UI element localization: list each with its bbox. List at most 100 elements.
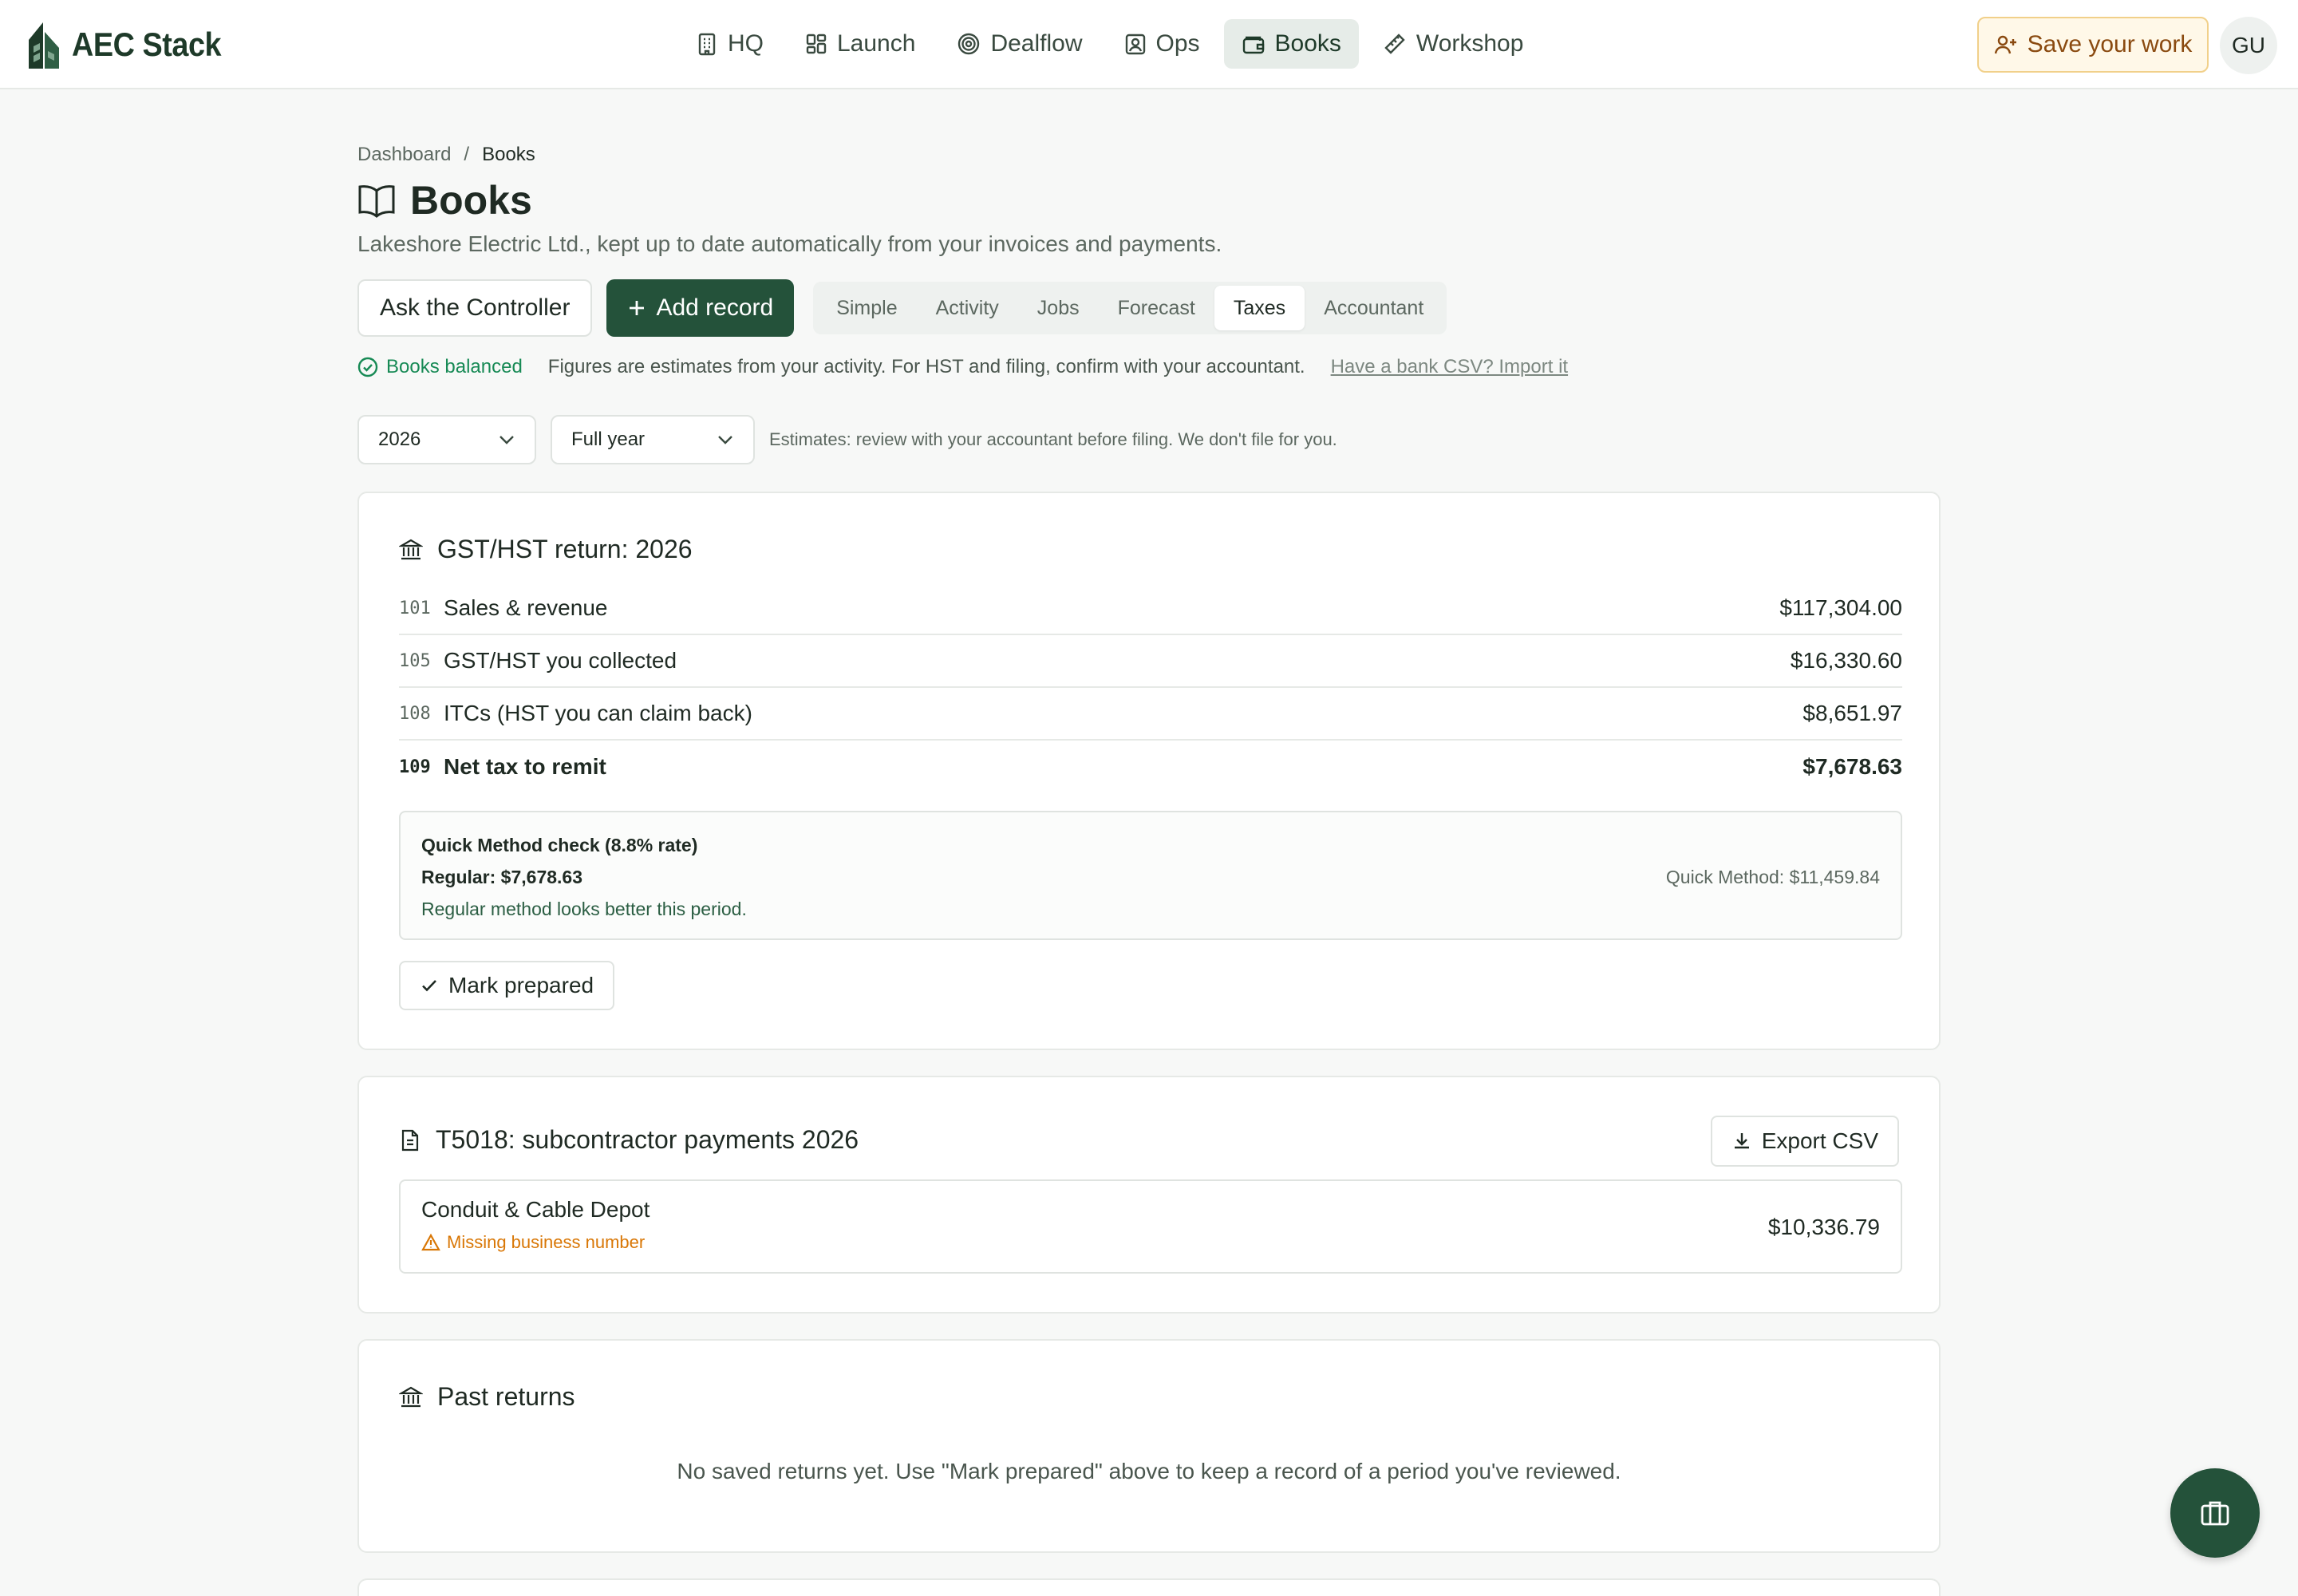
line-value: $16,330.60 — [1790, 648, 1902, 673]
gst-line-108: 108 ITCs (HST you can claim back) $8,651… — [399, 688, 1902, 741]
empty-state-message: No saved returns yet. Use "Mark prepared… — [677, 1459, 1621, 1483]
nav-label: Ops — [1155, 30, 1200, 57]
tab-activity[interactable]: Activity — [917, 286, 1018, 330]
mark-prepared-button[interactable]: Mark prepared — [399, 961, 615, 1010]
line-value: $117,304.00 — [1779, 595, 1902, 620]
breadcrumb: Dashboard / Books — [357, 144, 535, 166]
page-title-row: Books — [357, 177, 532, 223]
vendor-warning: Missing business number — [421, 1232, 645, 1253]
line-code: 105 — [399, 650, 431, 671]
line-label: ITCs (HST you can claim back) — [444, 701, 752, 725]
ask-controller-button[interactable]: Ask the Controller — [357, 279, 593, 337]
line-code: 108 — [399, 703, 431, 724]
estimate-note: Figures are estimates from your activity… — [547, 356, 1305, 377]
page-subtitle: Lakeshore Electric Ltd., kept up to date… — [357, 231, 1222, 256]
warning-text: Missing business number — [447, 1232, 646, 1252]
gst-line-101: 101 Sales & revenue $117,304.00 — [399, 583, 1902, 635]
nav-item-hq[interactable]: HQ — [678, 19, 781, 69]
vendor-amount: $10,336.79 — [1767, 1215, 1880, 1239]
past-returns-card: Past returns No saved returns yet. Use "… — [357, 1339, 1941, 1553]
line-label: Net tax to remit — [444, 754, 606, 779]
year-select[interactable]: 2026 — [357, 415, 536, 464]
wallet-icon — [1242, 36, 1264, 54]
gst-card-title: GST/HST return: 2026 — [399, 535, 693, 564]
nav-item-books[interactable]: Books — [1223, 19, 1359, 69]
tab-accountant[interactable]: Accountant — [1305, 286, 1443, 330]
quick-method-value: Quick Method: $11,459.84 — [1665, 867, 1880, 887]
open-book-icon — [358, 185, 395, 218]
briefcase-icon — [2201, 1501, 2229, 1526]
past-returns-title: Past returns — [399, 1382, 575, 1412]
export-csv-label: Export CSV — [1761, 1128, 1878, 1153]
tab-simple[interactable]: Simple — [817, 286, 916, 330]
line-code: 109 — [399, 757, 431, 777]
nav-label: Launch — [837, 30, 916, 57]
nav-label: Workshop — [1416, 30, 1524, 57]
plus-icon — [630, 301, 645, 315]
warning-icon — [421, 1234, 440, 1251]
filter-row: 2026 Full year Estimates: review with yo… — [357, 415, 1337, 464]
user-avatar[interactable]: GU — [2220, 17, 2277, 74]
assistant-fab-button[interactable] — [2170, 1468, 2260, 1558]
breadcrumb-dashboard[interactable]: Dashboard — [357, 144, 451, 166]
line-value: $7,678.63 — [1802, 754, 1902, 779]
tab-taxes[interactable]: Taxes — [1214, 286, 1305, 330]
bank-icon — [399, 1386, 423, 1407]
save-your-work-button[interactable]: Save your work — [1977, 17, 2209, 73]
save-label: Save your work — [2027, 31, 2193, 57]
gst-line-109: 109 Net tax to remit $7,678.63 — [399, 741, 1902, 793]
nav-item-dealflow[interactable]: Dealflow — [939, 19, 1100, 69]
action-row: Ask the Controller Add record Simple Act… — [357, 279, 1447, 337]
breadcrumb-current: Books — [482, 144, 535, 165]
list-item[interactable]: Conduit & Cable Depot Missing business n… — [399, 1179, 1902, 1274]
t5018-title-text: T5018: subcontractor payments 2026 — [436, 1125, 859, 1154]
add-record-label: Add record — [656, 294, 774, 321]
check-circle-icon — [357, 357, 378, 377]
nav-label: Books — [1274, 30, 1341, 57]
ruler-icon — [1384, 34, 1405, 54]
gst-title-text: GST/HST return: 2026 — [437, 535, 693, 563]
line-code: 101 — [399, 598, 431, 618]
gst-hst-card: GST/HST return: 2026 101 Sales & revenue… — [357, 492, 1941, 1050]
nav-label: HQ — [728, 30, 764, 57]
nav-item-ops[interactable]: Ops — [1107, 19, 1218, 69]
download-icon — [1734, 1133, 1749, 1149]
nav-label: Dealflow — [990, 30, 1083, 57]
add-user-icon — [1994, 35, 2016, 54]
line-value: $8,651.97 — [1802, 701, 1902, 725]
nav-item-workshop[interactable]: Workshop — [1365, 19, 1542, 69]
books-balanced-status: Books balanced — [357, 356, 523, 378]
add-record-button[interactable]: Add record — [606, 279, 795, 337]
t5018-card-title: T5018: subcontractor payments 2026 — [399, 1125, 859, 1155]
tab-forecast[interactable]: Forecast — [1099, 286, 1214, 330]
export-csv-button[interactable]: Export CSV — [1710, 1116, 1899, 1167]
books-tabs: Simple Activity Jobs Forecast Taxes Acco… — [813, 282, 1447, 334]
line-label: GST/HST you collected — [444, 648, 677, 673]
brand-name: AEC Stack — [72, 26, 222, 63]
filing-disclaimer: Estimates: review with your accountant b… — [769, 429, 1337, 449]
quick-method-title: Quick Method check (8.8% rate) — [421, 835, 698, 855]
brand-logo[interactable]: AEC Stack — [24, 19, 238, 70]
document-icon — [401, 1129, 419, 1151]
balanced-label: Books balanced — [386, 356, 523, 377]
chevron-down-icon — [499, 436, 514, 444]
import-csv-link[interactable]: Have a bank CSV? Import it — [1331, 356, 1568, 378]
main-nav: HQ Launch Dealflow Ops Books Workshop — [678, 19, 1541, 69]
mark-prepared-label: Mark prepared — [448, 973, 594, 998]
badge-icon — [1125, 34, 1145, 55]
nav-item-launch[interactable]: Launch — [788, 19, 933, 69]
tab-jobs[interactable]: Jobs — [1018, 286, 1099, 330]
grid-icon — [806, 34, 827, 54]
page-title: Books — [410, 178, 532, 223]
year-value: 2026 — [378, 429, 421, 450]
breadcrumb-separator: / — [464, 144, 470, 165]
status-row: Books balanced Figures are estimates fro… — [357, 356, 1568, 378]
target-icon — [958, 33, 980, 55]
building-icon — [698, 33, 716, 56]
next-card — [357, 1578, 1941, 1596]
period-select[interactable]: Full year — [551, 415, 755, 464]
gst-line-105: 105 GST/HST you collected $16,330.60 — [399, 635, 1902, 688]
chevron-down-icon — [718, 436, 732, 444]
logo-mark-icon — [29, 22, 59, 69]
method-recommendation: Regular method looks better this period. — [421, 899, 747, 919]
